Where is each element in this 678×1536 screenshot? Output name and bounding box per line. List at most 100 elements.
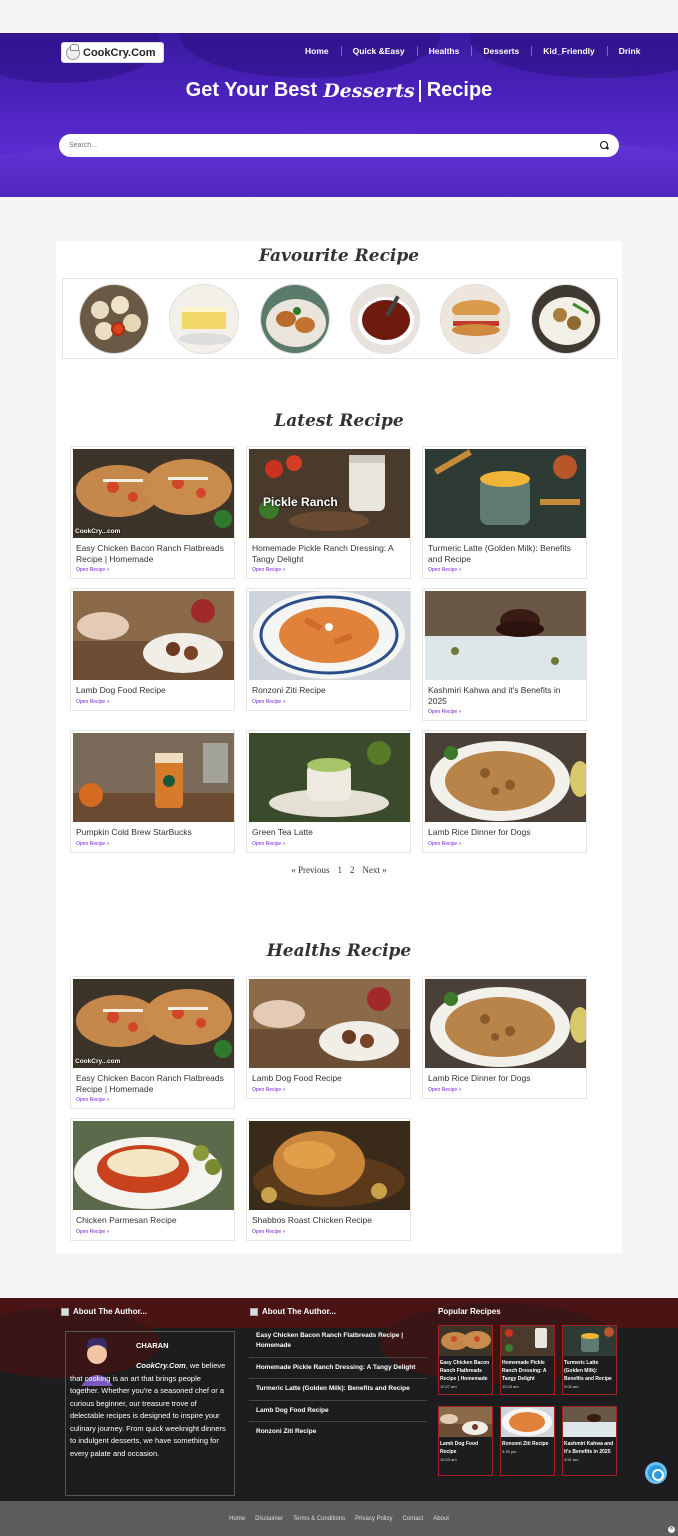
open-recipe-link[interactable]: Open Recipe » <box>423 564 586 578</box>
recipe-title[interactable]: Lamb Rice Dinner for Dogs <box>423 822 586 838</box>
close-icon[interactable]: × <box>668 1526 675 1533</box>
recipe-card[interactable]: Chicken Parmesan Recipe Open Recipe » <box>70 1118 235 1241</box>
nav-home[interactable]: Home <box>300 46 341 56</box>
nav-separator <box>340 46 342 56</box>
pagination-previous[interactable]: « Previous <box>291 865 329 875</box>
recipe-image[interactable]: CookCry...com <box>73 449 234 538</box>
pagination-page-1[interactable]: 1 <box>338 865 343 875</box>
recipe-image[interactable] <box>73 733 234 822</box>
bottom-link-disclaimer[interactable]: Disclaimer <box>255 1516 283 1522</box>
recipe-title[interactable]: Ronzoni Ziti Recipe <box>247 680 410 696</box>
recipe-title[interactable]: Easy Chicken Bacon Ranch Flatbreads Reci… <box>71 1068 234 1094</box>
open-recipe-link[interactable]: Open Recipe » <box>71 838 234 852</box>
bottom-link-contact[interactable]: Contact <box>403 1516 424 1522</box>
bottom-link-about[interactable]: About <box>433 1516 449 1522</box>
nav-healths[interactable]: Healths <box>424 46 472 56</box>
site-logo[interactable]: CookCry.Com <box>61 42 164 63</box>
favourite-item-chicken-sandwich[interactable] <box>440 283 511 354</box>
open-recipe-link[interactable]: Open Recipe » <box>247 696 410 710</box>
recipe-image[interactable] <box>73 591 234 680</box>
pagination-next[interactable]: Next » <box>363 865 387 875</box>
popular-recipe-card[interactable]: Lamb Dog Food Recipe 10:03 am <box>438 1406 493 1476</box>
recipe-image[interactable] <box>249 733 410 822</box>
nav-kid-friendly[interactable]: Kid_Friendly <box>538 46 606 56</box>
open-recipe-link[interactable]: Open Recipe » <box>423 706 586 720</box>
recipe-title[interactable]: Lamb Dog Food Recipe <box>247 1068 410 1084</box>
recipe-card[interactable]: Green Tea Latte Open Recipe » <box>246 730 411 853</box>
recipe-title[interactable]: Turmeric Latte (Golden Milk): Benefits a… <box>423 538 586 564</box>
nav-quick-easy[interactable]: Quick &Easy <box>348 46 417 56</box>
recipe-image[interactable] <box>73 1121 234 1210</box>
recipe-card[interactable]: Shabbos Roast Chicken Recipe Open Recipe… <box>246 1118 411 1241</box>
recipe-title[interactable]: Green Tea Latte <box>247 822 410 838</box>
recipe-image[interactable]: CookCry...com <box>73 979 234 1068</box>
recipe-title[interactable]: Homemade Pickle Ranch Dressing: A Tangy … <box>247 538 410 564</box>
search-input[interactable] <box>69 142 600 149</box>
open-recipe-link[interactable]: Open Recipe » <box>247 838 410 852</box>
nav-desserts[interactable]: Desserts <box>478 46 531 56</box>
recipe-title[interactable]: Easy Chicken Bacon Ranch Flatbreads Reci… <box>71 538 234 564</box>
recipe-card[interactable]: Lamb Rice Dinner for Dogs Open Recipe » <box>422 976 587 1099</box>
popular-recipe-card[interactable]: Homemade Pickle Ranch Dressing: A Tangy … <box>500 1325 555 1395</box>
recipe-card[interactable]: Turmeric Latte (Golden Milk): Benefits a… <box>422 446 587 580</box>
footer-link[interactable]: Homemade Pickle Ranch Dressing: A Tangy … <box>249 1358 427 1380</box>
recipe-image[interactable]: Pickle Ranch <box>249 449 410 538</box>
main-content: Favourite Recipe Latest Recipe CookCry..… <box>56 241 622 1253</box>
pagination-page-2[interactable]: 2 <box>350 865 355 875</box>
chef-logo-icon <box>66 43 80 60</box>
recipe-image[interactable] <box>249 1121 410 1210</box>
open-recipe-link[interactable]: Open Recipe » <box>423 1084 586 1098</box>
recipe-card[interactable]: Ronzoni Ziti Recipe Open Recipe » <box>246 588 411 711</box>
bottom-link-terms[interactable]: Terms & Conditions <box>293 1516 345 1522</box>
recipe-image[interactable] <box>425 591 586 680</box>
headline-suffix: Recipe <box>426 79 493 101</box>
open-recipe-link[interactable]: Open Recipe » <box>247 564 410 578</box>
popular-recipe-card[interactable]: Turmeric Latte (Golden Milk): Benefits a… <box>562 1325 617 1395</box>
open-recipe-link[interactable]: Open Recipe » <box>71 1226 234 1240</box>
recipe-title[interactable]: Shabbos Roast Chicken Recipe <box>247 1210 410 1226</box>
search-icon[interactable] <box>600 141 609 150</box>
recipe-title[interactable]: Pumpkin Cold Brew StarBucks <box>71 822 234 838</box>
favourite-item-cutlets[interactable] <box>259 283 330 354</box>
recipe-card[interactable]: CookCry...com Easy Chicken Bacon Ranch F… <box>70 976 235 1110</box>
footer-link[interactable]: Turmeric Latte (Golden Milk): Benefits a… <box>249 1379 427 1401</box>
footer-link[interactable]: Ronzoni Ziti Recipe <box>249 1422 427 1442</box>
favourite-item-dumplings[interactable] <box>79 283 150 354</box>
open-recipe-link[interactable]: Open Recipe » <box>247 1226 410 1240</box>
recipe-card[interactable]: Lamb Rice Dinner for Dogs Open Recipe » <box>422 730 587 853</box>
footer-link[interactable]: Lamb Dog Food Recipe <box>249 1401 427 1422</box>
open-recipe-link[interactable]: Open Recipe » <box>71 696 234 710</box>
recipe-title[interactable]: Chicken Parmesan Recipe <box>71 1210 234 1226</box>
help-chat-button[interactable] <box>645 1462 667 1484</box>
open-recipe-link[interactable]: Open Recipe » <box>71 1094 234 1108</box>
recipe-image[interactable] <box>425 449 586 538</box>
popular-recipe-card[interactable]: Kashmiri Kahwa and it's Benefits in 2025… <box>562 1406 617 1476</box>
open-recipe-link[interactable]: Open Recipe » <box>423 838 586 852</box>
recipe-image[interactable] <box>425 979 586 1068</box>
favourite-item-chili-paste[interactable] <box>350 283 421 354</box>
popular-recipe-card[interactable]: Easy Chicken Bacon Ranch Flatbreads Reci… <box>438 1325 493 1395</box>
recipe-image[interactable] <box>249 979 410 1068</box>
recipe-card[interactable]: CookCry...com Easy Chicken Bacon Ranch F… <box>70 446 235 580</box>
recipe-card[interactable]: Lamb Dog Food Recipe Open Recipe » <box>246 976 411 1099</box>
headline-prefix: Get Your Best <box>185 79 318 101</box>
recipe-image[interactable] <box>249 591 410 680</box>
footer-link[interactable]: Easy Chicken Bacon Ranch Flatbreads Reci… <box>249 1326 427 1358</box>
favourite-item-lemon-cake[interactable] <box>169 283 240 354</box>
recipe-title[interactable]: Lamb Rice Dinner for Dogs <box>423 1068 586 1084</box>
nav-drink[interactable]: Drink <box>614 46 653 56</box>
open-recipe-link[interactable]: Open Recipe » <box>247 1084 410 1098</box>
favourite-item-chicken-bowl[interactable] <box>530 283 601 354</box>
recipe-title[interactable]: Lamb Dog Food Recipe <box>71 680 234 696</box>
recipe-card[interactable]: Pickle Ranch Homemade Pickle Ranch Dress… <box>246 446 411 580</box>
bottom-link-privacy[interactable]: Privacy Policy <box>355 1516 392 1522</box>
popular-recipe-card[interactable]: Ronzoni Ziti Recipe 3:39 pm <box>500 1406 555 1476</box>
author-name: CHARAN <box>136 1341 169 1350</box>
recipe-card[interactable]: Kashmiri Kahwa and it's Benefits in 2025… <box>422 588 587 722</box>
open-recipe-link[interactable]: Open Recipe » <box>71 564 234 578</box>
recipe-card[interactable]: Pumpkin Cold Brew StarBucks Open Recipe … <box>70 730 235 853</box>
recipe-card[interactable]: Lamb Dog Food Recipe Open Recipe » <box>70 588 235 711</box>
recipe-image[interactable] <box>425 733 586 822</box>
bottom-link-home[interactable]: Home <box>229 1516 245 1522</box>
recipe-title[interactable]: Kashmiri Kahwa and it's Benefits in 2025 <box>423 680 586 706</box>
